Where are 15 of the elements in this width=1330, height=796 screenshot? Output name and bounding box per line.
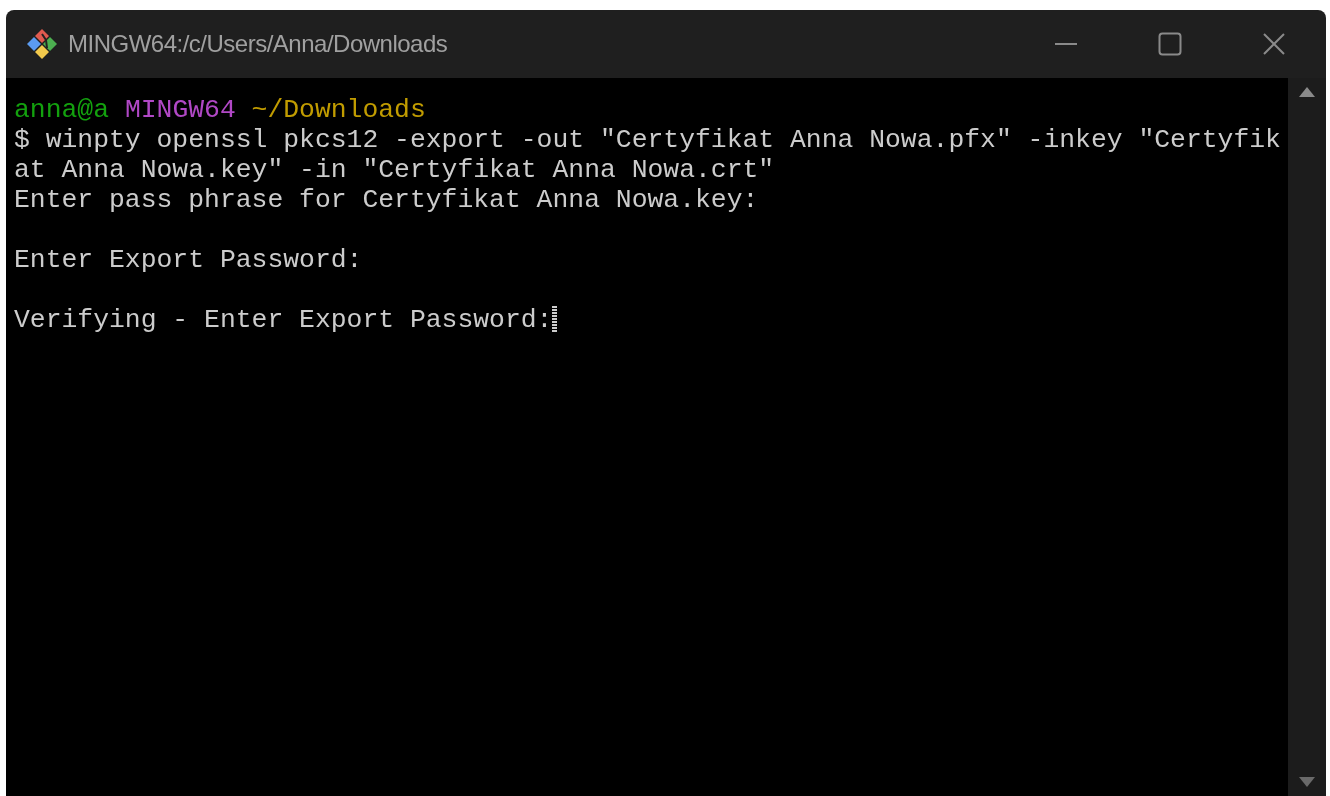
window-title: MINGW64:/c/Users/Anna/Downloads (68, 29, 448, 59)
diamond-logo-icon (26, 28, 58, 60)
prompt-text: anna@a (14, 95, 110, 125)
maximize-icon[interactable] (1158, 32, 1182, 56)
output-line: Verifying - Enter Export Password: (14, 305, 553, 335)
output-line: at Anna Nowa.key" -in "Certyfikat Anna Nowa.crt" (14, 155, 775, 185)
scroll-down-icon[interactable] (1298, 776, 1316, 788)
output-line: $ winpty openssl pkcs12 -export -out "Certyfikat Anna Nowa.pfx" -inkey "Certyfik (14, 125, 1281, 155)
output-line: Enter pass phrase for Certyfikat Anna Nowa.key: (14, 185, 759, 215)
output-line: Enter Export Password: (14, 245, 363, 275)
prompt-text: MINGW64 (124, 95, 236, 125)
prompt-text: ~/Downloads (251, 95, 426, 125)
close-icon[interactable] (1262, 32, 1286, 56)
scroll-up-icon[interactable] (1298, 86, 1316, 98)
minimize-icon[interactable] (1055, 42, 1077, 46)
